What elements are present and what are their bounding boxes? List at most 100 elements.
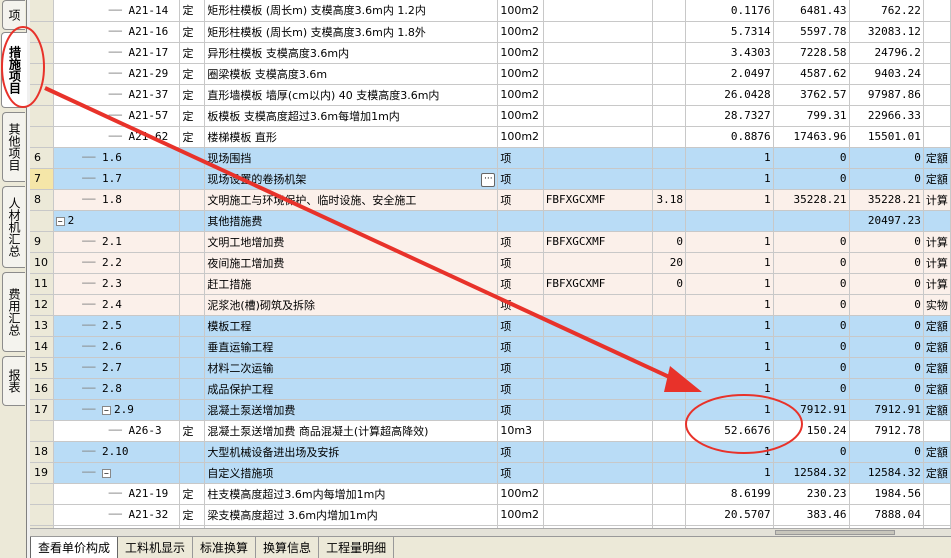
table-row[interactable]: 17 ── −2.9 混凝土泵送增加费项 1 7912.91 7912.91 定額: [30, 399, 951, 421]
table-row[interactable]: ── A21-14 定矩形柱模板 (周长m) 支模高度3.6m内 1.2内 100m…: [30, 0, 951, 22]
table-row[interactable]: ── A21-16 定矩形柱模板 (周长m) 支模高度3.6m内 1.8外 100m…: [30, 21, 951, 43]
calc-base-cell[interactable]: [543, 42, 653, 64]
code-cell[interactable]: ── 1.7: [53, 168, 181, 190]
unit-price-cell[interactable]: 0: [773, 231, 850, 253]
unit-price-cell[interactable]: 7912.91: [773, 399, 850, 421]
type-cell[interactable]: [179, 252, 206, 274]
unit-price-cell[interactable]: 0: [773, 336, 850, 358]
code-cell[interactable]: ── 2.8: [53, 378, 181, 400]
ellipsis-button[interactable]: ···: [481, 172, 496, 187]
type-cell[interactable]: 定: [179, 105, 206, 127]
unit-cell[interactable]: [497, 210, 544, 232]
unit-cell[interactable]: 100m2: [497, 63, 544, 85]
code-cell[interactable]: ── A21-19: [53, 483, 181, 505]
table-row[interactable]: 14 ── 2.6 垂直运输工程项 1 0 0 定額: [30, 336, 951, 358]
total-cell[interactable]: 7912.78: [849, 420, 924, 442]
calc-base-cell[interactable]: [543, 252, 653, 274]
calc-base-cell[interactable]: [543, 336, 653, 358]
rate-cell[interactable]: [652, 336, 687, 358]
bottom-tab-2[interactable]: 工料机显示: [118, 537, 194, 558]
fee-type-cell[interactable]: [923, 210, 951, 232]
code-cell[interactable]: ── 2.6: [53, 336, 181, 358]
unit-cell[interactable]: 项: [497, 294, 544, 316]
tab-vertical-2[interactable]: 其他项目: [2, 112, 25, 182]
table-row[interactable]: 18 ── 2.10 大型机械设备进出场及安拆项 1 0 0 定額: [30, 441, 951, 463]
calc-base-cell[interactable]: FBFXGCXMF: [543, 273, 653, 295]
quantity-cell[interactable]: 8.6199: [685, 483, 774, 505]
unit-price-cell[interactable]: 0: [773, 273, 850, 295]
rate-cell[interactable]: [652, 210, 687, 232]
fee-type-cell[interactable]: 定額: [923, 168, 951, 190]
fee-type-cell[interactable]: [923, 63, 951, 85]
quantity-cell[interactable]: 0.8876: [685, 126, 774, 148]
total-cell[interactable]: 97987.86: [849, 84, 924, 106]
code-cell[interactable]: ── −2.9: [53, 399, 181, 421]
name-cell[interactable]: 楼梯模板 直形: [204, 126, 499, 148]
fee-type-cell[interactable]: 定額: [923, 315, 951, 337]
table-row[interactable]: 7 ── 1.7 ··· 现场设置的卷扬机架项 1 0 0 定額: [30, 168, 951, 190]
unit-price-cell[interactable]: 0: [773, 357, 850, 379]
type-cell[interactable]: 定: [179, 504, 206, 526]
total-cell[interactable]: 0: [849, 336, 924, 358]
unit-cell[interactable]: 项: [497, 252, 544, 274]
calc-base-cell[interactable]: [543, 483, 653, 505]
type-cell[interactable]: [179, 462, 206, 484]
quantity-cell[interactable]: 1: [685, 252, 774, 274]
unit-price-cell[interactable]: 0: [773, 441, 850, 463]
name-cell[interactable]: 垂直运输工程: [204, 336, 499, 358]
code-cell[interactable]: ── A21-57: [53, 105, 181, 127]
fee-type-cell[interactable]: 定額: [923, 441, 951, 463]
quantity-cell[interactable]: 1: [685, 273, 774, 295]
rate-cell[interactable]: [652, 294, 687, 316]
unit-price-cell[interactable]: 0: [773, 378, 850, 400]
calc-base-cell[interactable]: [543, 147, 653, 169]
quantity-cell[interactable]: 1: [685, 189, 774, 211]
name-cell[interactable]: 矩形柱模板 (周长m) 支模高度3.6m内 1.8外: [204, 21, 499, 43]
fee-type-cell[interactable]: [923, 42, 951, 64]
quantity-cell[interactable]: 28.7327: [685, 105, 774, 127]
name-cell[interactable]: 泥浆池(槽)砌筑及拆除: [204, 294, 499, 316]
type-cell[interactable]: [179, 273, 206, 295]
name-cell[interactable]: 成品保护工程: [204, 378, 499, 400]
type-cell[interactable]: [179, 168, 206, 190]
calc-base-cell[interactable]: FBFXGCXMF: [543, 189, 653, 211]
calc-base-cell[interactable]: [543, 504, 653, 526]
collapse-toggle-icon[interactable]: −: [101, 405, 111, 415]
unit-price-cell[interactable]: [773, 210, 850, 232]
total-cell[interactable]: 22966.33: [849, 105, 924, 127]
type-cell[interactable]: [179, 147, 206, 169]
fee-type-cell[interactable]: 定額: [923, 378, 951, 400]
total-cell[interactable]: 7888.04: [849, 504, 924, 526]
unit-price-cell[interactable]: 17463.96: [773, 126, 850, 148]
type-cell[interactable]: 定: [179, 84, 206, 106]
unit-cell[interactable]: 100m2: [497, 105, 544, 127]
code-cell[interactable]: ── −: [53, 462, 181, 484]
table-row[interactable]: 12 ── 2.4 泥浆池(槽)砌筑及拆除项 1 0 0 实物: [30, 294, 951, 316]
calc-base-cell[interactable]: [543, 126, 653, 148]
code-cell[interactable]: ── A21-17: [53, 42, 181, 64]
code-cell[interactable]: ── 2.4: [53, 294, 181, 316]
name-cell[interactable]: 混凝土泵送增加费: [204, 399, 499, 421]
rate-cell[interactable]: [652, 441, 687, 463]
calc-base-cell[interactable]: FBFXGCXMF: [543, 231, 653, 253]
quantity-cell[interactable]: 1: [685, 147, 774, 169]
quantity-cell[interactable]: [685, 210, 774, 232]
quantity-cell[interactable]: 1: [685, 294, 774, 316]
code-cell[interactable]: ── 2.5: [53, 315, 181, 337]
unit-cell[interactable]: 10m3: [497, 420, 544, 442]
code-cell[interactable]: ── A21-32: [53, 504, 181, 526]
unit-cell[interactable]: 100m2: [497, 84, 544, 106]
rate-cell[interactable]: [652, 105, 687, 127]
code-cell[interactable]: ── 2.2: [53, 252, 181, 274]
rate-cell[interactable]: [652, 0, 687, 22]
fee-type-cell[interactable]: 定額: [923, 357, 951, 379]
unit-price-cell[interactable]: 150.24: [773, 420, 850, 442]
calc-base-cell[interactable]: [543, 462, 653, 484]
table-row[interactable]: 15 ── 2.7 材料二次运输项 1 0 0 定額: [30, 357, 951, 379]
table-row[interactable]: 10 ── 2.2 夜间施工增加费项 20 1 0 0 计算: [30, 252, 951, 274]
bottom-tab-5[interactable]: 工程量明细: [319, 537, 395, 558]
unit-cell[interactable]: 100m2: [497, 0, 544, 22]
total-cell[interactable]: 0: [849, 294, 924, 316]
quantity-cell[interactable]: 20.5707: [685, 504, 774, 526]
unit-cell[interactable]: 项: [497, 315, 544, 337]
